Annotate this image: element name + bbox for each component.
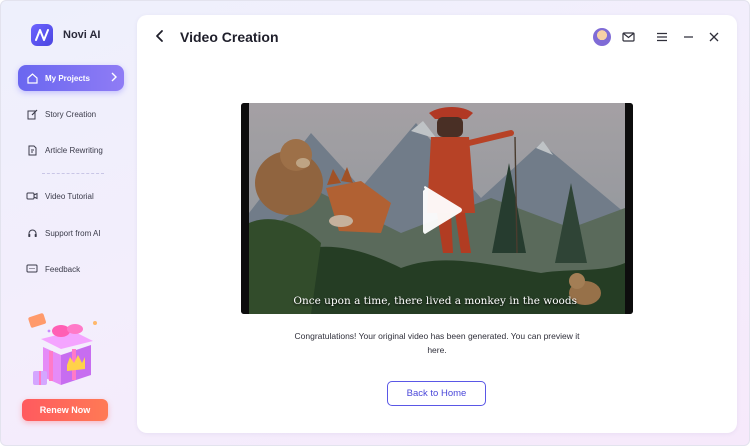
mail-icon[interactable]	[619, 28, 637, 46]
headset-icon	[26, 227, 38, 239]
sidebar-item-my-projects[interactable]: My Projects	[18, 65, 124, 91]
sidebar-item-label: My Projects	[45, 73, 90, 83]
novi-logo-icon	[31, 24, 53, 46]
page-title: Video Creation	[180, 29, 279, 45]
sidebar-item-video-tutorial[interactable]: Video Tutorial	[18, 183, 124, 209]
sidebar-item-story-creation[interactable]: Story Creation	[18, 101, 124, 127]
main-panel: Video Creation Once upon a time, there l…	[137, 15, 737, 433]
renew-now-button[interactable]: Renew Now	[22, 399, 108, 421]
home-icon	[26, 72, 38, 84]
video-camera-icon	[26, 190, 38, 202]
app-window: Novi AI My Projects Story Creation Artic…	[0, 0, 750, 446]
video-player[interactable]: Once upon a time, there lived a monkey i…	[241, 103, 633, 314]
app-name: Novi AI	[63, 29, 101, 41]
minimize-icon[interactable]	[679, 28, 697, 46]
sidebar-item-label: Story Creation	[45, 109, 97, 119]
feedback-icon	[26, 263, 38, 275]
document-edit-icon	[26, 144, 38, 156]
sidebar-item-label: Article Rewriting	[45, 145, 103, 155]
back-to-home-button[interactable]: Back to Home	[387, 381, 486, 406]
sidebar-item-feedback[interactable]: Feedback	[18, 256, 124, 282]
window-controls	[585, 28, 723, 46]
brand: Novi AI	[31, 24, 101, 46]
edit-icon	[26, 108, 38, 120]
video-subtitle: Once upon a time, there lived a monkey i…	[293, 295, 577, 307]
play-icon[interactable]	[411, 183, 465, 237]
sidebar-item-article-rewriting[interactable]: Article Rewriting	[18, 137, 124, 163]
gift-box-illustration	[27, 309, 107, 393]
chevron-right-icon	[110, 72, 118, 84]
user-avatar[interactable]	[593, 28, 611, 46]
sidebar: Novi AI My Projects Story Creation Artic…	[1, 1, 137, 445]
sidebar-item-label: Feedback	[45, 264, 81, 274]
close-icon[interactable]	[705, 28, 723, 46]
sidebar-item-label: Support from AI	[45, 228, 101, 238]
sidebar-divider	[42, 173, 104, 174]
menu-icon[interactable]	[653, 28, 671, 46]
sidebar-item-support-from-ai[interactable]: Support from AI	[18, 220, 124, 246]
success-message: Congratulations! Your original video has…	[294, 331, 580, 355]
back-arrow-icon[interactable]	[153, 29, 167, 43]
sidebar-item-label: Video Tutorial	[45, 191, 94, 201]
